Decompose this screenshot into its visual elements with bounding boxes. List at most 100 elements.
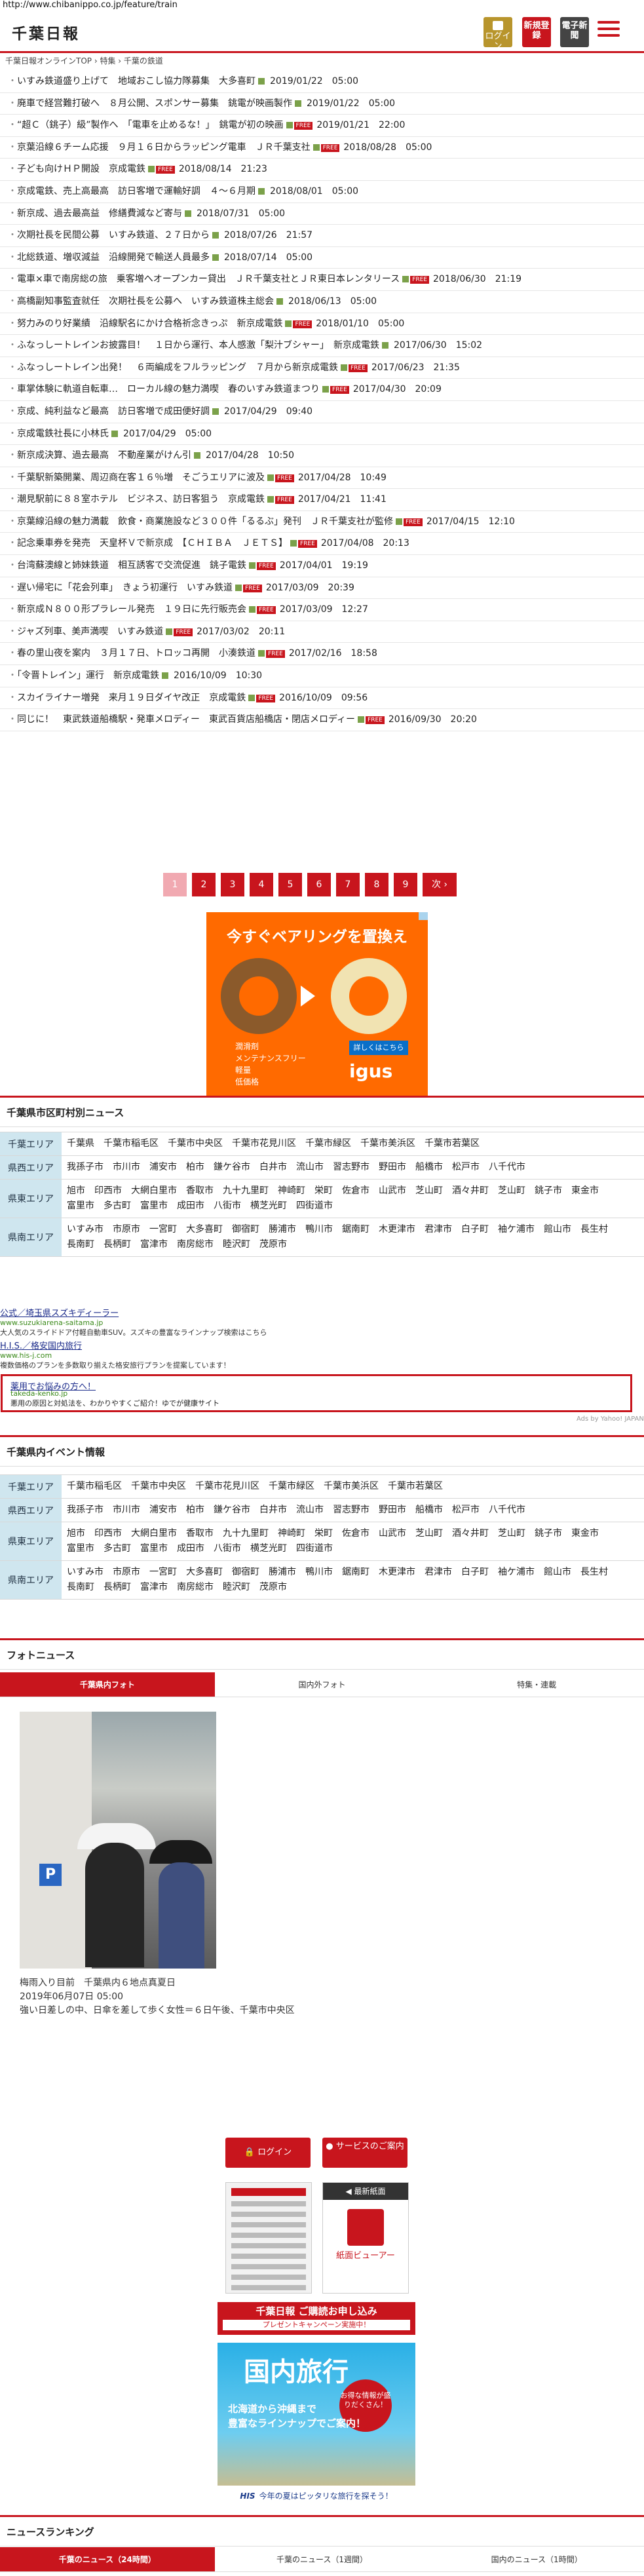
news-item[interactable]: ・高橋副知事監査就任 次期社長を公募へ いすみ鉄道株主総会 2018/06/13 … <box>0 291 644 313</box>
news-title[interactable]: 新京成Ｎ８００形プラレール発売 １９日に先行販売会 <box>17 604 246 615</box>
news-item[interactable]: ・記念乗車券を発売 天皇杯Ｖで新京成 【ＣＨＩＢＡ ＪＥＴＳ】 FREE 2017/… <box>0 533 644 556</box>
area-link[interactable]: 松戸市 <box>452 1503 480 1518</box>
area-link[interactable]: 芝山町 <box>498 1183 525 1199</box>
area-link[interactable]: 勝浦市 <box>269 1565 296 1580</box>
area-link[interactable]: 千葉市若葉区 <box>425 1136 480 1151</box>
area-link[interactable]: 鎌ケ谷市 <box>214 1503 250 1518</box>
area-link[interactable]: 長柄町 <box>104 1580 131 1595</box>
area-link[interactable]: 神崎町 <box>278 1526 305 1541</box>
page-7[interactable]: 7 <box>336 873 360 896</box>
area-link[interactable]: 芝山町 <box>415 1183 443 1199</box>
news-title[interactable]: ジャズ列車、美声満喫 いすみ鉄道 <box>17 626 163 637</box>
news-item[interactable]: ・京葉線沿線の魅力満載 飲食・商業施設など３００件「るるぶ」発刊 ＪＲ千葉支社が… <box>0 511 644 533</box>
area-link[interactable]: 東金市 <box>571 1526 599 1541</box>
news-item[interactable]: ・いすみ鉄道盛り上げて 地域おこし協力隊募集 大多喜町 2019/01/22 05… <box>0 71 644 93</box>
sidebar-login-button[interactable]: 🔒 ログイン <box>225 2138 311 2168</box>
news-item[interactable]: ・京成、純利益など最高 訪日客増で成田便好調 2017/04/29 09:40 <box>0 401 644 423</box>
area-link[interactable]: 木更津市 <box>379 1222 415 1237</box>
news-title[interactable]: 潮見駅前に８８室ホテル ビジネス、訪日客狙う 京成電鉄 <box>17 494 265 505</box>
area-link[interactable]: 木更津市 <box>379 1565 415 1580</box>
news-item[interactable]: ・「令晋トレイン」運行 新京成電鉄 2016/10/09 10:30 <box>0 665 644 687</box>
news-item[interactable]: ・千葉駅新築開業、周辺商在客１６％増 そごうエリアに波及 FREE 2017/04/… <box>0 467 644 490</box>
area-link[interactable]: 習志野市 <box>333 1503 369 1518</box>
area-link[interactable]: 睦沢町 <box>223 1237 250 1252</box>
area-link[interactable]: 香取市 <box>186 1526 214 1541</box>
area-link[interactable]: 四街道市 <box>296 1541 333 1556</box>
area-link[interactable]: 銚子市 <box>535 1183 562 1199</box>
news-photo[interactable]: P <box>20 1712 216 1969</box>
area-link[interactable]: 大網白里市 <box>131 1183 177 1199</box>
area-link[interactable]: 大多喜町 <box>186 1222 223 1237</box>
news-title[interactable]: 京葉沿線６チーム応援 ９月１６日からラッピング電車 ＪＲ千葉支社 <box>17 142 311 153</box>
news-item[interactable]: ・スカイライナー増発 来月１９日ダイヤ改正 京成電鉄 FREE 2016/10/09… <box>0 687 644 710</box>
area-link[interactable]: 千葉市美浜区 <box>360 1136 415 1151</box>
news-title[interactable]: 新京成、過去最高益 修繕費減など寄与 <box>17 208 182 219</box>
service-info-button[interactable]: ● サービスのご案内 <box>322 2138 407 2168</box>
news-title[interactable]: 遅い帰宅に「花会列車」 きょう初運行 いすみ鉄道 <box>17 583 233 593</box>
area-link[interactable]: 山武市 <box>379 1183 406 1199</box>
address-bar[interactable]: http://www.chibanippo.co.jp/feature/trai… <box>3 0 178 10</box>
area-link[interactable]: 栄町 <box>314 1183 333 1199</box>
area-link[interactable]: 酒々井町 <box>452 1183 489 1199</box>
ad-choices-icon[interactable] <box>419 912 428 920</box>
area-link[interactable]: 富里市 <box>140 1199 168 1214</box>
area-link[interactable]: 千葉市美浜区 <box>324 1479 379 1494</box>
news-title[interactable]: 春の里山夜を案内 ３月１７日、トロッコ再開 小湊鉄道 <box>17 648 256 659</box>
news-title[interactable]: 廃車で経営難打破へ ８月公開、スポンサー募集 銚電が映画製作 <box>17 98 292 109</box>
area-link[interactable]: いすみ市 <box>67 1565 104 1580</box>
area-link[interactable]: 流山市 <box>296 1160 324 1175</box>
news-title[interactable]: 電車×車で南房総の旅 乗客増へオープンカー貸出 ＪＲ千葉支社とＪＲ東日本レンタリ… <box>17 274 400 284</box>
site-logo[interactable]: 千葉日報 <box>12 21 80 43</box>
news-title[interactable]: 台湾蘇澳線と姉妹鉄道 相互誘客で交流促進 銚子電鉄 <box>17 560 246 571</box>
area-link[interactable]: 富津市 <box>140 1580 168 1595</box>
area-link[interactable]: 佐倉市 <box>342 1526 369 1541</box>
area-link[interactable]: 芝山町 <box>415 1526 443 1541</box>
news-item[interactable]: ・新京成Ｎ８００形プラレール発売 １９日に先行販売会 FREE 2017/03/09… <box>0 599 644 621</box>
area-link[interactable]: 流山市 <box>296 1503 324 1518</box>
next-page-button[interactable]: 次 › <box>423 873 457 896</box>
area-link[interactable]: 旭市 <box>67 1183 85 1199</box>
news-item[interactable]: ・車掌体験に軌道自転車… ローカル線の魅力満喫 春のいすみ鉄道まつり FREE 20… <box>0 379 644 401</box>
area-link[interactable]: 千葉市緑区 <box>269 1479 314 1494</box>
page-9[interactable]: 9 <box>394 873 417 896</box>
area-link[interactable]: 鋸南町 <box>342 1222 369 1237</box>
news-item[interactable]: ・ふなっしートレインお披露目！ １日から運行、本人感激「梨汁ブシャー」 新京成電… <box>0 335 644 357</box>
area-link[interactable]: 佐倉市 <box>342 1183 369 1199</box>
text-ad-3[interactable]: 薬用でお悩みの方へ！ takeda-kenko.jp 悪用の原因と対処法を、わか… <box>1 1374 632 1412</box>
news-title[interactable]: 京葉線沿線の魅力満載 飲食・商業施設など３００件「るるぶ」発刊 ＪＲ千葉支社が監… <box>17 516 393 527</box>
area-link[interactable]: 勝浦市 <box>269 1222 296 1237</box>
area-link[interactable]: 船橋市 <box>415 1503 443 1518</box>
text-ad-1[interactable]: 公式／埼玉県スズキディーラー www.suzukiarena-saitama.j… <box>0 1306 644 1337</box>
latest-paper-thumbnail[interactable] <box>225 2182 312 2294</box>
area-link[interactable]: 御宿町 <box>232 1565 259 1580</box>
area-link[interactable]: 一宮町 <box>149 1565 177 1580</box>
area-link[interactable]: 浦安市 <box>149 1503 177 1518</box>
page-8[interactable]: 8 <box>365 873 388 896</box>
tab-0[interactable]: 千葉のニュース（24時間） <box>0 2547 215 2572</box>
news-title[interactable]: 同じに！ 東武鉄道船橋駅・発車メロディー 東武百貨店船橋店・閉店メロディー <box>17 714 355 725</box>
area-link[interactable]: 白子町 <box>461 1222 489 1237</box>
paper-viewer-button[interactable]: ◀ 最新紙面 紙面ビューアー <box>322 2182 409 2294</box>
subscription-campaign-banner[interactable]: 千葉日報 ご購読お申し込み プレゼントキャンペーン実施中！ <box>218 2302 415 2335</box>
page-6[interactable]: 6 <box>307 873 331 896</box>
area-link[interactable]: 銚子市 <box>535 1526 562 1541</box>
news-item[interactable]: ・遅い帰宅に「花会列車」 きょう初運行 いすみ鉄道 FREE 2017/03/09 … <box>0 577 644 600</box>
area-link[interactable]: 富津市 <box>140 1237 168 1252</box>
news-title[interactable]: 「令晋トレイン」運行 新京成電鉄 <box>17 670 159 681</box>
area-link[interactable]: 横芝光町 <box>250 1541 287 1556</box>
news-item[interactable]: ・“超Ｃ（銚子）級”製作へ 「電車を止めるな！」 銚電が初の映画 FREE 2019… <box>0 115 644 137</box>
area-link[interactable]: 我孫子市 <box>67 1503 104 1518</box>
news-item[interactable]: ・努力みのり好業績 沿線駅名にかけ合格祈念きっぷ 新京成電鉄 FREE 2018/0… <box>0 313 644 336</box>
area-link[interactable]: 鴨川市 <box>305 1565 333 1580</box>
news-title[interactable]: 北総鉄道、増収減益 沿線開発で輸送人員最多 <box>17 252 210 263</box>
photo-caption[interactable]: 梅雨入り目前 千葉県内６地点真夏日 2019年06月07日 05:00 強い日差… <box>20 1976 295 2018</box>
area-link[interactable]: 鴨川市 <box>305 1222 333 1237</box>
area-link[interactable]: 栄町 <box>314 1526 333 1541</box>
area-link[interactable]: 長柄町 <box>104 1237 131 1252</box>
news-title[interactable]: 子ども向けＨＰ開設 京成電鉄 <box>17 164 145 174</box>
area-link[interactable]: 千葉県 <box>67 1136 94 1151</box>
login-button[interactable]: ログイン <box>483 17 512 51</box>
area-link[interactable]: 君津市 <box>425 1565 452 1580</box>
area-link[interactable]: 鎌ケ谷市 <box>214 1160 250 1175</box>
hamburger-menu-icon[interactable] <box>597 21 620 41</box>
